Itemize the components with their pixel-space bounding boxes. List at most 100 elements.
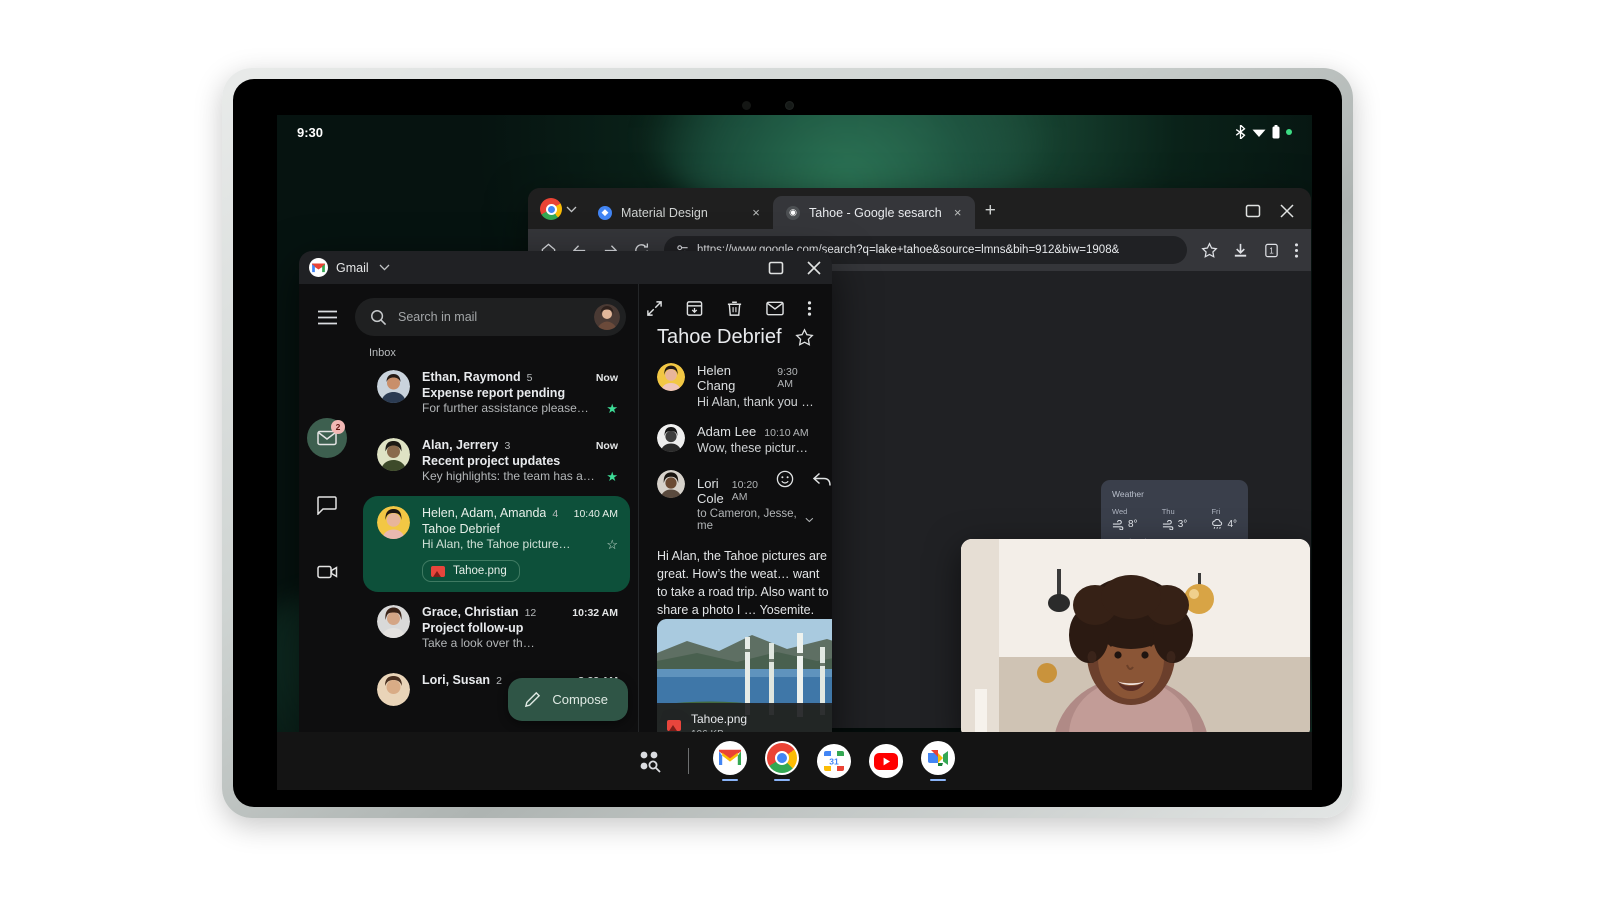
list-item-header: Helen, Adam, Amanda 4 10:40 AM [422,506,618,520]
attachment-name: Tahoe.png [691,712,748,726]
gmail-body: 2 Search in mail Inbox Ethan, Raymond 5 … [299,284,832,748]
list-item[interactable]: Alan, Jerrery 3 Now Recent project updat… [363,428,630,493]
tab-title: Tahoe - Google sesarch [809,205,942,220]
status-time: 9:30 [297,124,324,140]
more-vert-icon[interactable] [807,300,812,317]
status-icons [1235,125,1292,139]
close-icon[interactable] [806,260,822,276]
thread-message-collapsed[interactable]: Helen Chang 9:30 AM Hi Alan, thank you s… [657,363,814,409]
thread-message-collapsed[interactable]: Adam Lee 10:10 AM Wow, these picturese a… [657,424,814,455]
message-actions [766,470,832,493]
sender-name: Adam Lee [697,424,757,439]
sender-name: Grace, Christian [422,605,519,619]
status-bar: 9:30 [277,115,1312,149]
list-item-content: Helen, Adam, Amanda 4 10:40 AM Tahoe Deb… [422,506,618,582]
compose-label: Compose [552,692,608,707]
battery-icon [1272,125,1280,139]
expand-icon[interactable] [646,300,663,317]
windy-icon [1112,519,1124,530]
sender-name: Helen, Adam, Amanda [422,506,547,520]
close-icon[interactable]: × [749,205,763,220]
attachment-chip[interactable]: Tahoe.png [422,560,520,582]
more-vert-icon[interactable] [1294,242,1299,259]
dock-app-calendar[interactable]: 31 [817,744,851,778]
sidebar-item-meet[interactable] [307,552,347,592]
browser-tab-material-design[interactable]: ◆ Material Design × [585,196,773,229]
pencil-icon [525,691,541,708]
list-item[interactable]: Ethan, Raymond 5 Now Expense report pend… [363,360,630,425]
list-item-content: Grace, Christian 12 10:32 AM Project fol… [422,605,618,650]
snippet: Hi Alan, the Tahoe picture… [422,537,571,551]
list-item[interactable]: Grace, Christian 12 10:32 AM Project fol… [363,595,630,660]
thread-message-open[interactable]: Lori Cole 10:20 AM to Cameron, Jesse, me [657,470,831,532]
attachment-preview-card[interactable]: Tahoe.png 106 KB × [657,619,832,747]
list-item-header: Grace, Christian 12 10:32 AM [422,605,618,619]
rain-icon [1212,519,1223,529]
windy-icon [1162,519,1174,530]
chrome-window-controls [1245,203,1305,229]
inbox-label: Inbox [369,347,396,359]
new-tab-button[interactable]: + [975,201,1006,229]
search-placeholder: Search in mail [398,310,478,324]
thread-message-header: Lori Cole 10:20 AM [697,470,831,506]
app-launcher-icon[interactable] [634,746,664,776]
dock-app-gmail[interactable] [713,740,747,782]
video-call-window[interactable] [961,539,1310,739]
browser-tab-tahoe-google-search[interactable]: ◉ Tahoe - Google sesarch × [773,196,975,229]
sidebar-item-chat[interactable] [307,485,347,525]
star-icon[interactable]: ☆ [606,538,618,551]
chrome-app-menu[interactable] [534,198,585,229]
avatar [657,363,685,391]
avatar [657,470,685,498]
gmail-icon [713,740,747,775]
sender-name: Lori Cole [697,476,724,506]
close-icon[interactable]: × [951,205,965,220]
sender-name: Lori, Susan [422,673,491,687]
maximize-icon[interactable] [1245,203,1261,219]
chevron-down-icon[interactable] [566,206,577,213]
recipients-row[interactable]: to Cameron, Jesse, me [697,508,814,532]
close-icon[interactable] [1279,203,1295,219]
sidebar-item-mail[interactable]: 2 [307,418,347,458]
chrome-icon [765,740,799,775]
dock-app-meet[interactable] [921,740,955,782]
list-item-footer: Key highlights: the team has a… ★ [422,469,618,483]
thread-message-body: Helen Chang 9:30 AM Hi Alan, thank you s… [697,363,814,409]
tab-count-button[interactable]: 1 [1263,242,1280,259]
dock-app-youtube[interactable] [869,744,903,778]
compose-button[interactable]: Compose [508,678,628,721]
star-icon[interactable]: ★ [606,402,618,415]
status-indicator-dot [1286,129,1292,135]
gmail-window-title: Gmail [336,260,369,275]
running-indicator [722,778,738,782]
delete-icon[interactable] [726,300,743,317]
hamburger-icon[interactable] [317,310,337,330]
gmail-window[interactable]: Gmail 2 Search in mail Inbox Ethan, Raym… [299,251,832,748]
account-avatar[interactable] [594,304,620,330]
mark-unread-icon[interactable] [766,301,784,316]
star-outline-icon[interactable] [795,328,814,347]
star-icon[interactable]: ★ [606,470,618,483]
list-item-footer: For further assistance please… ★ [422,401,618,415]
image-file-icon [667,719,681,731]
forecast-temp: 4° [1227,519,1237,530]
sensor-dot-icon [742,101,751,110]
search-input[interactable]: Search in mail [355,298,626,336]
maximize-icon[interactable] [768,260,784,276]
star-icon[interactable] [1201,241,1218,259]
download-icon[interactable] [1232,242,1249,259]
emoji-icon[interactable] [776,470,794,493]
avatar [657,424,685,452]
search-icon [371,309,387,325]
chevron-down-icon[interactable] [379,262,390,274]
list-item-header: Ethan, Raymond 5 Now [422,370,618,384]
avatar [377,673,410,706]
material-design-icon: ◆ [598,205,612,220]
chevron-down-icon[interactable] [805,517,814,523]
list-item-selected[interactable]: Helen, Adam, Amanda 4 10:40 AM Tahoe Deb… [363,496,630,592]
dock-app-chrome[interactable] [765,740,799,782]
timestamp: Now [595,440,618,452]
snippet: For further assistance please… [422,401,589,415]
archive-icon[interactable] [686,300,703,317]
reply-icon[interactable] [812,472,832,492]
